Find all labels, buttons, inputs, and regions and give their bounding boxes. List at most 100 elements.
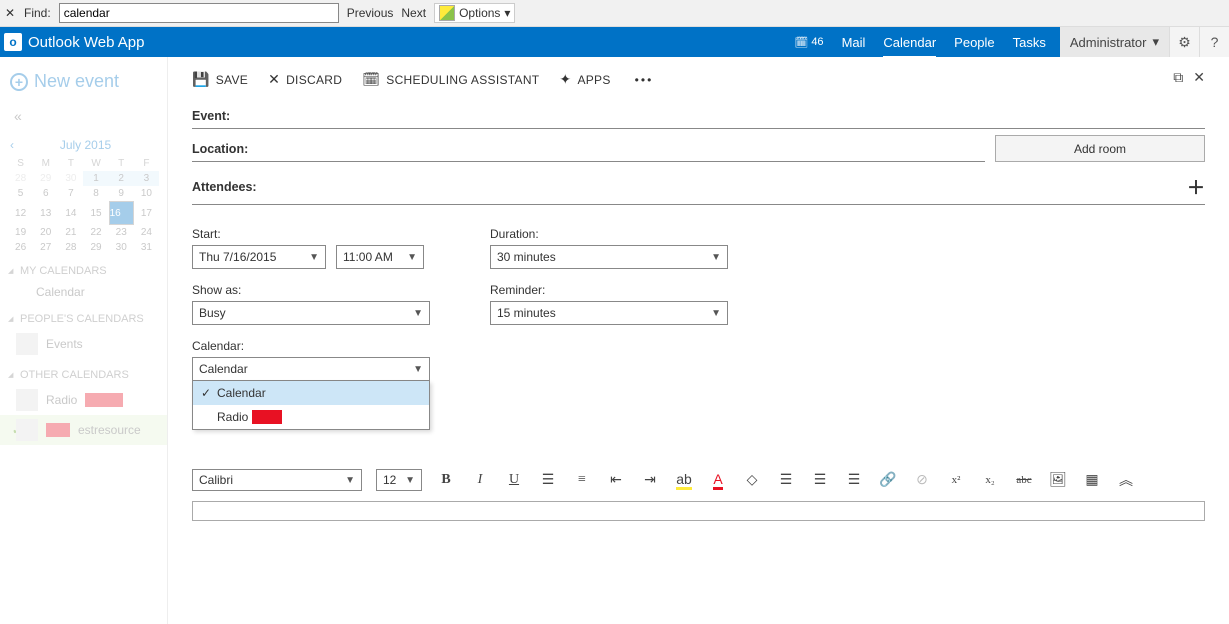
- mini-calendar-grid[interactable]: SMTWTF 282930123567891012131415161719202…: [8, 156, 159, 255]
- chevron-down-icon: ▼: [711, 252, 721, 263]
- numbered-list-button[interactable]: ≡: [572, 472, 592, 488]
- calendar-item-events[interactable]: Events: [0, 329, 167, 359]
- calendar-day[interactable]: 22: [83, 225, 108, 240]
- event-title-input[interactable]: [238, 108, 1205, 124]
- calendar-notification[interactable]: 🗓 46: [794, 36, 823, 49]
- scheduling-assistant-button[interactable]: 🗓SCHEDULING ASSISTANT: [362, 71, 539, 88]
- calendar-day[interactable]: 14: [58, 201, 83, 225]
- close-icon[interactable]: ✕: [4, 6, 16, 20]
- reminder-select[interactable]: 15 minutes▼: [490, 301, 728, 325]
- more-button[interactable]: •••: [631, 73, 658, 87]
- popout-icon[interactable]: ⧉: [1173, 69, 1183, 86]
- strikethrough-button[interactable]: abc: [1014, 474, 1034, 486]
- calendar-option-radio[interactable]: Radio: [193, 405, 429, 429]
- calendar-option-calendar[interactable]: ✓Calendar: [193, 381, 429, 405]
- calendar-day[interactable]: 19: [8, 225, 33, 240]
- link-button[interactable]: 🔗: [878, 472, 898, 489]
- italic-button[interactable]: I: [470, 472, 490, 488]
- nav-tasks[interactable]: Tasks: [1013, 35, 1046, 50]
- bullet-list-button[interactable]: ☰: [538, 472, 558, 489]
- calendar-day[interactable]: 17: [134, 201, 159, 225]
- outdent-button[interactable]: ⇤: [606, 472, 626, 489]
- underline-button[interactable]: U: [504, 472, 524, 488]
- section-other-calendars[interactable]: OTHER CALENDARS: [0, 359, 167, 385]
- align-left-button[interactable]: ☰: [776, 472, 796, 489]
- calendar-day[interactable]: 8: [83, 186, 108, 201]
- find-input[interactable]: [59, 3, 339, 23]
- calendar-day[interactable]: 29: [83, 240, 108, 255]
- calendar-day[interactable]: 28: [58, 240, 83, 255]
- font-size-select[interactable]: 12▼: [376, 469, 422, 491]
- help-button[interactable]: ?: [1199, 27, 1229, 57]
- showas-select[interactable]: Busy▼: [192, 301, 430, 325]
- new-event-button[interactable]: + New event: [0, 65, 167, 98]
- indent-button[interactable]: ⇥: [640, 472, 660, 489]
- calendar-day[interactable]: 23: [109, 225, 134, 240]
- calendar-day[interactable]: 9: [109, 186, 134, 201]
- prev-month-icon[interactable]: ‹: [10, 138, 14, 152]
- location-row: Location:: [192, 135, 985, 162]
- section-my-calendars[interactable]: MY CALENDARS: [0, 255, 167, 281]
- start-time-select[interactable]: 11:00 AM▼: [336, 245, 424, 269]
- calendar-item-calendar[interactable]: Calendar: [0, 281, 167, 303]
- clear-format-button[interactable]: ◇: [742, 472, 762, 489]
- insert-image-button[interactable]: 🖼: [1048, 472, 1068, 489]
- calendar-day[interactable]: 16: [109, 201, 134, 225]
- add-room-button[interactable]: Add room: [995, 135, 1205, 162]
- calendar-item-testresource[interactable]: ✓estresource: [0, 415, 167, 445]
- calendar-day[interactable]: 3: [134, 171, 159, 186]
- calendar-day[interactable]: 7: [58, 186, 83, 201]
- close-icon[interactable]: ✕: [1193, 69, 1205, 86]
- add-attendee-button[interactable]: ＋: [1187, 174, 1205, 200]
- user-menu[interactable]: Administrator ▾: [1060, 27, 1169, 57]
- save-button[interactable]: 💾SAVE: [192, 71, 248, 88]
- find-previous[interactable]: Previous: [347, 6, 394, 20]
- nav-people[interactable]: People: [954, 35, 994, 50]
- calendar-day[interactable]: 1: [83, 171, 108, 186]
- settings-button[interactable]: ⚙: [1169, 27, 1199, 57]
- font-family-select[interactable]: Calibri▼: [192, 469, 362, 491]
- location-input[interactable]: [256, 141, 985, 157]
- calendar-day[interactable]: 10: [134, 186, 159, 201]
- calendar-day[interactable]: 26: [8, 240, 33, 255]
- calendar-day[interactable]: 15: [83, 201, 108, 225]
- calendar-day[interactable]: 29: [33, 171, 58, 186]
- superscript-button[interactable]: x²: [946, 474, 966, 486]
- bold-button[interactable]: B: [436, 472, 456, 488]
- nav-calendar[interactable]: Calendar: [883, 35, 936, 58]
- apps-button[interactable]: ✦APPS: [559, 71, 610, 88]
- find-options-button[interactable]: Options ▾: [434, 3, 515, 23]
- unlink-button[interactable]: ⊘: [912, 472, 932, 489]
- calendar-day[interactable]: 2: [109, 171, 134, 186]
- align-center-button[interactable]: ☰: [810, 472, 830, 489]
- subscript-button[interactable]: x₂: [980, 474, 1000, 486]
- insert-table-button[interactable]: ▦: [1082, 472, 1102, 489]
- calendar-select[interactable]: Calendar▼: [192, 357, 430, 381]
- duration-select[interactable]: 30 minutes▼: [490, 245, 728, 269]
- calendar-day[interactable]: 13: [33, 201, 58, 225]
- highlight-button[interactable]: ab: [674, 471, 694, 489]
- body-editor[interactable]: [192, 501, 1205, 521]
- calendar-day[interactable]: 30: [58, 171, 83, 186]
- calendar-day[interactable]: 24: [134, 225, 159, 240]
- collapse-icon[interactable]: «: [0, 98, 167, 134]
- calendar-day[interactable]: 5: [8, 186, 33, 201]
- calendar-day[interactable]: 21: [58, 225, 83, 240]
- font-color-button[interactable]: A: [708, 471, 728, 489]
- calendar-day[interactable]: 28: [8, 171, 33, 186]
- calendar-item-radio[interactable]: Radio: [0, 385, 167, 415]
- nav-mail[interactable]: Mail: [842, 35, 866, 50]
- section-peoples-calendars[interactable]: PEOPLE'S CALENDARS: [0, 303, 167, 329]
- find-next[interactable]: Next: [401, 6, 426, 20]
- align-right-button[interactable]: ☰: [844, 472, 864, 489]
- calendar-day[interactable]: 6: [33, 186, 58, 201]
- calendar-day[interactable]: 30: [109, 240, 134, 255]
- calendar-day[interactable]: 27: [33, 240, 58, 255]
- discard-button[interactable]: ✕DISCARD: [268, 71, 342, 88]
- chevron-down-icon: ▼: [413, 308, 423, 319]
- calendar-day[interactable]: 12: [8, 201, 33, 225]
- calendar-day[interactable]: 31: [134, 240, 159, 255]
- collapse-toolbar-button[interactable]: ︽: [1116, 470, 1136, 490]
- calendar-day[interactable]: 20: [33, 225, 58, 240]
- start-date-select[interactable]: Thu 7/16/2015▼: [192, 245, 326, 269]
